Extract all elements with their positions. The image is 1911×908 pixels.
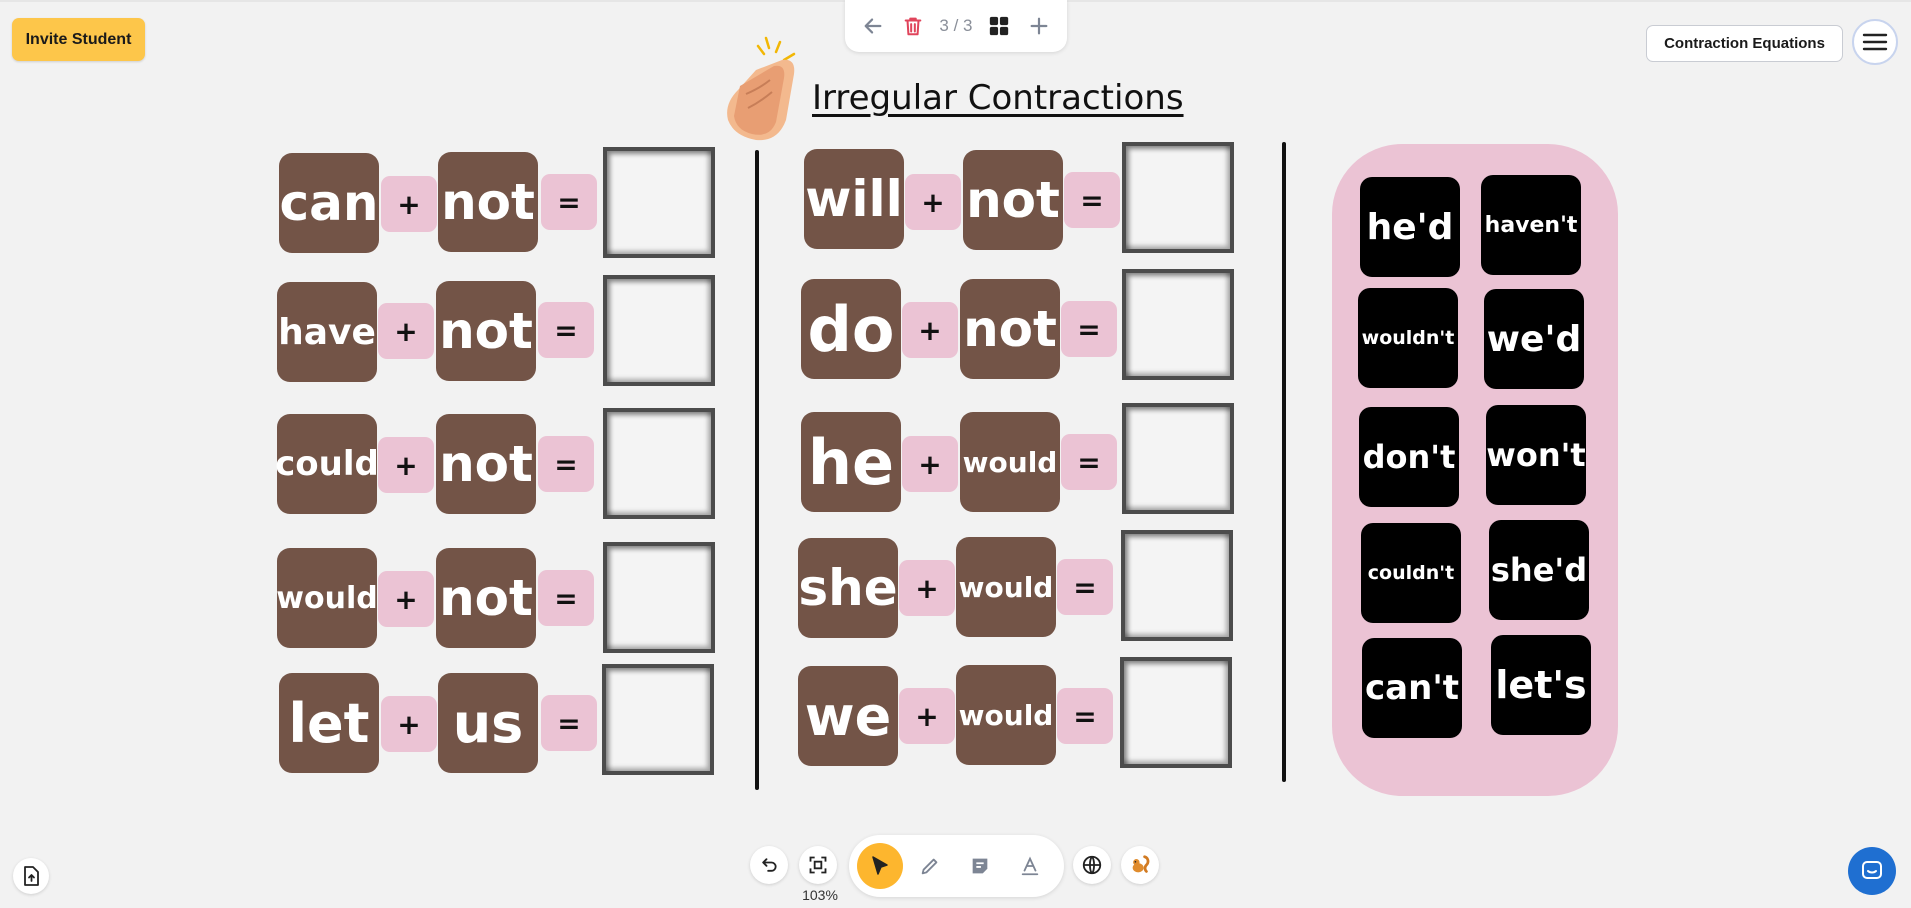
plus-sign[interactable]: + [902, 302, 958, 358]
pencil-icon[interactable] [907, 843, 953, 889]
divider-line [755, 150, 759, 790]
word-tile[interactable]: not [436, 281, 536, 381]
text-icon[interactable] [1007, 843, 1053, 889]
answer-chip[interactable]: don't [1359, 407, 1459, 507]
word-tile[interactable]: not [963, 150, 1063, 250]
answer-chip[interactable]: we'd [1484, 289, 1584, 389]
zoom-level: 103% [802, 887, 838, 903]
word-tile[interactable]: not [438, 152, 538, 252]
answer-box[interactable] [603, 147, 715, 258]
answer-chip[interactable]: won't [1486, 405, 1586, 505]
grid-icon[interactable] [985, 11, 1013, 41]
word-tile[interactable]: would [956, 665, 1056, 765]
clapping-hands-icon [716, 30, 806, 148]
answer-chip[interactable]: haven't [1481, 175, 1581, 275]
plus-sign[interactable]: + [381, 176, 437, 232]
answer-box[interactable] [1120, 657, 1232, 768]
word-tile[interactable]: us [438, 673, 538, 773]
answer-box[interactable] [603, 542, 715, 653]
answer-box[interactable] [1122, 269, 1234, 380]
plus-sign[interactable]: + [899, 688, 955, 744]
word-tile[interactable]: not [960, 279, 1060, 379]
drawing-toolbar [849, 835, 1064, 897]
equals-sign[interactable]: = [538, 302, 594, 358]
plus-icon[interactable] [1025, 11, 1053, 41]
board-title: Irregular Contractions [812, 78, 1184, 118]
globe-icon[interactable] [1073, 846, 1111, 884]
word-tile[interactable]: let [279, 673, 379, 773]
answer-chip[interactable]: can't [1362, 638, 1462, 738]
plus-sign[interactable]: + [902, 436, 958, 492]
answer-chip[interactable]: wouldn't [1358, 288, 1458, 388]
answer-box[interactable] [603, 275, 715, 386]
cursor-icon[interactable] [857, 843, 903, 889]
undo-icon[interactable] [750, 846, 788, 884]
word-tile[interactable]: would [956, 537, 1056, 637]
equals-sign[interactable]: = [1061, 301, 1117, 357]
page-toolbar: 3 / 3 [845, 0, 1067, 52]
plus-sign[interactable]: + [381, 696, 437, 752]
divider-line [1282, 142, 1286, 782]
equals-sign[interactable]: = [1064, 172, 1120, 228]
hamburger-icon[interactable] [1852, 19, 1898, 65]
equals-sign[interactable]: = [541, 174, 597, 230]
plus-sign[interactable]: + [905, 174, 961, 230]
plus-sign[interactable]: + [378, 303, 434, 359]
word-tile[interactable]: he [801, 412, 901, 512]
word-tile[interactable]: not [436, 548, 536, 648]
word-tile[interactable]: have [277, 282, 377, 382]
plus-sign[interactable]: + [899, 560, 955, 616]
equals-sign[interactable]: = [541, 695, 597, 751]
equals-sign[interactable]: = [1061, 434, 1117, 490]
trash-icon[interactable] [899, 11, 927, 41]
word-tile[interactable]: she [798, 538, 898, 638]
answer-box[interactable] [603, 408, 715, 519]
invite-student-button[interactable]: Invite Student [12, 18, 145, 61]
arrow-left-icon[interactable] [859, 11, 887, 41]
word-tile[interactable]: do [801, 279, 901, 379]
fit-screen-icon[interactable] [799, 846, 837, 884]
squirrel-icon[interactable] [1121, 846, 1159, 884]
answer-box[interactable] [1122, 403, 1234, 514]
chat-icon[interactable] [1848, 847, 1896, 895]
word-tile[interactable]: will [804, 149, 904, 249]
lesson-title-button[interactable]: Contraction Equations [1646, 25, 1843, 62]
answer-chip[interactable]: he'd [1360, 177, 1460, 277]
answer-box[interactable] [1122, 142, 1234, 253]
answer-box[interactable] [1121, 530, 1233, 641]
word-tile[interactable]: not [436, 414, 536, 514]
word-tile[interactable]: would [960, 412, 1060, 512]
equals-sign[interactable]: = [1057, 688, 1113, 744]
equals-sign[interactable]: = [538, 436, 594, 492]
equals-sign[interactable]: = [1057, 559, 1113, 615]
answer-chip[interactable]: let's [1491, 635, 1591, 735]
word-tile[interactable]: we [798, 666, 898, 766]
upload-file-icon[interactable] [13, 858, 49, 894]
word-tile[interactable]: can [279, 153, 379, 253]
equals-sign[interactable]: = [538, 570, 594, 626]
page-counter: 3 / 3 [939, 16, 973, 35]
plus-sign[interactable]: + [378, 437, 434, 493]
sticky-note-icon[interactable] [957, 843, 1003, 889]
answer-box[interactable] [602, 664, 714, 775]
plus-sign[interactable]: + [378, 571, 434, 627]
answer-chip[interactable]: couldn't [1361, 523, 1461, 623]
word-tile[interactable]: would [276, 548, 378, 648]
word-tile[interactable]: could [275, 414, 379, 514]
answer-chip[interactable]: she'd [1489, 520, 1589, 620]
